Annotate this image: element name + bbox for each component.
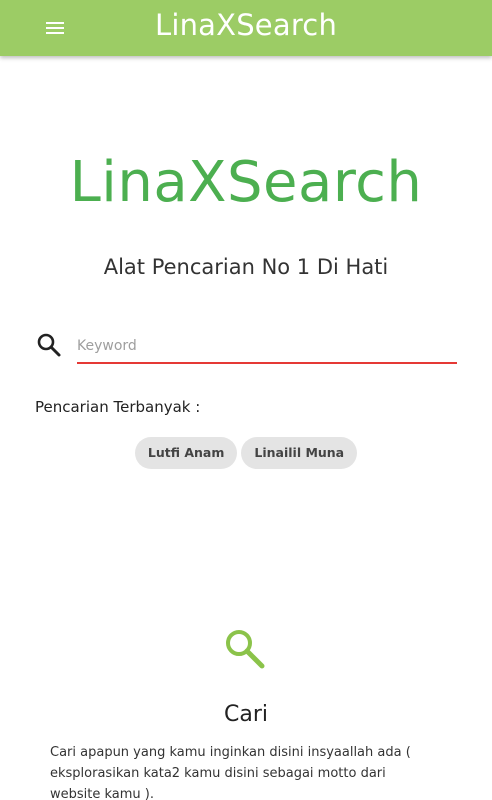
hero-title: LinaXSearch xyxy=(69,150,423,215)
feature-title: Cari xyxy=(224,702,268,727)
popular-searches-label: Pencarian Terbanyak : xyxy=(35,398,201,416)
top-app-bar: LinaXSearch xyxy=(0,0,492,56)
chip-lutfi-anam[interactable]: Lutfi Anam xyxy=(134,437,238,469)
search-input[interactable] xyxy=(77,330,457,364)
search-icon xyxy=(226,630,265,669)
search-icon[interactable] xyxy=(36,332,62,358)
popular-searches-chips: Lutfi Anam Linailil Muna xyxy=(0,437,492,469)
feature-description: Cari apapun yang kamu inginkan disini in… xyxy=(50,745,411,800)
chip-linailil-muna[interactable]: Linailil Muna xyxy=(241,437,358,469)
app-title[interactable]: LinaXSearch xyxy=(0,8,492,42)
hero-subtitle: Alat Pencarian No 1 Di Hati xyxy=(103,255,389,279)
page: LinaXSearch LinaXSearch Alat Pencarian N… xyxy=(0,0,492,800)
